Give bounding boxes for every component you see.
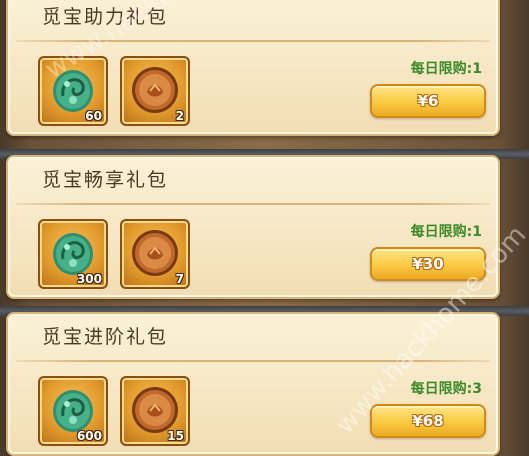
buy-price-button[interactable]: ¥30 xyxy=(370,247,486,281)
reward-item-slot[interactable]: 300 xyxy=(38,219,108,289)
item-quantity: 7 xyxy=(175,272,184,286)
buy-price-button[interactable]: ¥6 xyxy=(370,84,486,118)
copper-coin-icon xyxy=(132,230,178,276)
item-quantity: 15 xyxy=(167,429,184,443)
pack-title: 觅宝畅享礼包 xyxy=(42,169,169,191)
gift-pack-card: 觅宝进阶礼包 600 15 每日限购:3 ¥68 xyxy=(6,312,500,456)
copper-coin-icon xyxy=(132,67,178,113)
title-divider xyxy=(16,203,490,205)
daily-limit-label: 每日限购:1 xyxy=(410,224,482,240)
gift-pack-card: 觅宝助力礼包 60 2 每日限购:1 ¥6 xyxy=(6,0,500,136)
jade-pendant-icon xyxy=(53,70,93,112)
reward-item-slot[interactable]: 2 xyxy=(120,56,190,126)
reward-item-slot[interactable]: 60 xyxy=(38,56,108,126)
pack-title: 觅宝进阶礼包 xyxy=(42,326,169,348)
title-divider xyxy=(16,360,490,362)
jade-pendant-icon xyxy=(53,390,93,432)
buy-price-button[interactable]: ¥68 xyxy=(370,404,486,438)
reward-item-slot[interactable]: 7 xyxy=(120,219,190,289)
gift-pack-card: 觅宝畅享礼包 300 7 每日限购:1 ¥30 xyxy=(6,155,500,299)
daily-limit-label: 每日限购:3 xyxy=(410,381,482,397)
item-quantity: 2 xyxy=(175,109,184,123)
item-quantity: 300 xyxy=(76,272,102,286)
daily-limit-label: 每日限购:1 xyxy=(410,61,482,77)
item-quantity: 60 xyxy=(85,109,102,123)
pack-title: 觅宝助力礼包 xyxy=(42,6,169,28)
item-quantity: 600 xyxy=(76,429,102,443)
title-divider xyxy=(16,40,490,42)
jade-pendant-icon xyxy=(53,233,93,275)
copper-coin-icon xyxy=(132,387,178,433)
